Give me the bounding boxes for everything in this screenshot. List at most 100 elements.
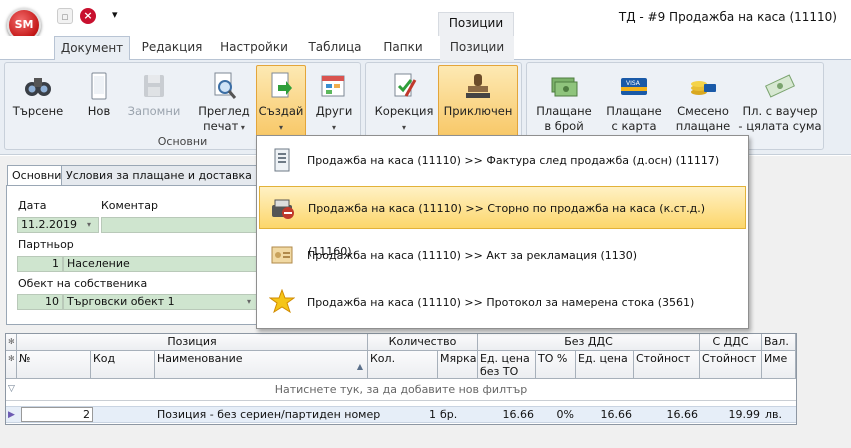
cash-icon	[551, 77, 578, 97]
create-button[interactable]: Създай ▾	[256, 65, 306, 137]
pay-voucher-button[interactable]: Пл. с ваучер - цялата сума	[737, 65, 823, 137]
cell-unit[interactable]: бр.	[440, 407, 457, 423]
title-bar: SM ▫ × ▾ Позиции ТД - #9 Продажба на кас…	[0, 0, 851, 42]
context-tab-header: Позиции	[438, 12, 514, 36]
menu-item-found-goods[interactable]: Продажба на каса (11110) >> Протокол за …	[259, 281, 746, 324]
close-qat-icon[interactable]: ×	[80, 8, 96, 24]
tab-edit[interactable]: Редакция	[140, 36, 204, 60]
cell-currency[interactable]: лв.	[765, 407, 782, 423]
close-document-label: Приключен	[443, 104, 513, 118]
col-header-price[interactable]: Ед. цена	[576, 351, 634, 379]
tab-form-main[interactable]: Основни	[7, 165, 67, 186]
tab-form-payment-terms[interactable]: Условия за плащане и доставка	[61, 165, 257, 186]
complaint-icon	[271, 246, 293, 264]
band-quantity: Количество	[368, 334, 478, 351]
object-name-value: Търговски обект 1	[67, 295, 175, 308]
col-header-code[interactable]: Код	[91, 351, 155, 379]
new-button[interactable]: Нов	[77, 65, 121, 137]
object-code-field[interactable]: 10	[17, 294, 63, 310]
chevron-down-icon: ▾	[278, 123, 283, 132]
print-preview-icon	[214, 72, 237, 99]
col-header-name-label: Наименование	[157, 352, 243, 365]
cell-value-vat[interactable]: 19.99	[700, 407, 761, 423]
cell-to[interactable]: 0%	[536, 407, 574, 423]
print-preview-button[interactable]: Преглед печат ▾	[195, 65, 253, 137]
menu-item-complaint[interactable]: Продажба на каса (11110) >> Акт за рекла…	[259, 234, 746, 277]
window-title: ТД - #9 Продажба на каса (11110)	[618, 10, 837, 24]
date-value: 11.2.2019	[21, 218, 77, 231]
search-button[interactable]: Търсене	[11, 65, 65, 137]
chevron-down-icon: ▾	[238, 123, 245, 132]
search-label: Търсене	[12, 104, 64, 118]
filter-hint: Натиснете тук, за да добавите нов филтър	[274, 383, 528, 396]
floppy-icon	[144, 75, 164, 97]
col-header-name[interactable]: Наименование ▲	[155, 351, 368, 379]
svg-text:VISA: VISA	[626, 80, 641, 87]
qat-menu-arrow[interactable]: ▾	[112, 8, 118, 21]
band-position: Позиция	[17, 334, 368, 351]
correction-button[interactable]: Корекция ▾	[372, 65, 436, 137]
pay-mixed-button[interactable]: Смесено плащане	[671, 65, 735, 137]
menu-item-found-goods-label: Продажба на каса (11110) >> Протокол за …	[307, 296, 695, 309]
comment-label: Коментар	[101, 199, 158, 212]
chevron-down-icon: ▾	[401, 123, 406, 132]
menu-item-storno[interactable]: Продажба на каса (11110) >> Сторно по пр…	[259, 186, 746, 258]
chevron-down-icon[interactable]: ▾	[242, 295, 256, 309]
date-field[interactable]: 11.2.2019 ▾	[17, 217, 99, 233]
positions-grid: ✻ Позиция Количество Без ДДС С ДДС Вал. …	[5, 333, 797, 425]
col-header-to[interactable]: ТО %	[536, 351, 576, 379]
col-header-unit[interactable]: Мярка	[438, 351, 478, 379]
form-panel: Дата 11.2.2019 ▾ Коментар Партньор 1 Насе…	[6, 185, 260, 325]
band-with-vat: С ДДС	[700, 334, 762, 351]
chevron-down-icon: ▾	[331, 123, 336, 132]
tab-table[interactable]: Таблица	[304, 36, 366, 60]
comment-field[interactable]	[101, 217, 259, 233]
stamp-icon	[466, 74, 490, 98]
table-row[interactable]: ▶ 2 Позиция - без сериен/партиден номер …	[6, 406, 796, 423]
tab-folders[interactable]: Папки	[378, 36, 428, 60]
cell-qty[interactable]: 1	[368, 407, 436, 423]
col-header-value[interactable]: Стойност	[634, 351, 700, 379]
close-document-button[interactable]: Приключен	[438, 65, 518, 137]
tab-document[interactable]: Документ	[54, 36, 130, 61]
object-label: Обект на собственика	[18, 277, 148, 290]
filter-row[interactable]: ▽ Натиснете тук, за да добавите нов филт…	[6, 379, 796, 401]
pay-mixed-label: Смесено плащане	[675, 104, 731, 133]
cell-no[interactable]: 2	[21, 407, 93, 422]
invoice-icon	[274, 148, 290, 172]
col-header-no[interactable]: №	[17, 351, 91, 379]
pay-cash-button[interactable]: Плащане в брой	[531, 65, 597, 137]
cell-price-no-to[interactable]: 16.66	[478, 407, 535, 423]
cell-value[interactable]: 16.66	[634, 407, 699, 423]
create-label: Създай	[258, 104, 304, 118]
correction-icon	[394, 73, 417, 97]
col-header-value-vat[interactable]: Стойност	[700, 351, 762, 379]
menu-item-invoice[interactable]: Продажба на каса (11110) >> Фактура след…	[259, 139, 746, 182]
save-label: Запомни	[127, 104, 181, 118]
cell-name[interactable]: Позиция - без сериен/партиден номер	[157, 407, 380, 423]
pay-voucher-label: Пл. с ваучер - цялата сума	[738, 104, 822, 133]
tab-settings[interactable]: Настройки	[216, 36, 292, 60]
partner-name-field[interactable]: Население	[63, 256, 259, 272]
col-header-qty[interactable]: Кол.	[368, 351, 438, 379]
col-header-price-no-to[interactable]: Ед. цена без ТО	[478, 351, 536, 379]
ribbon-tabs: Документ Редакция Настройки Таблица Папк…	[0, 36, 851, 61]
binoculars-icon	[25, 78, 51, 96]
chevron-down-icon[interactable]: ▾	[82, 218, 96, 232]
grid-options-icon[interactable]: ✻	[6, 334, 17, 351]
save-button[interactable]: Запомни	[125, 65, 183, 137]
pay-card-button[interactable]: VISA Плащане с карта	[601, 65, 667, 137]
tab-positions[interactable]: Позиции	[440, 36, 514, 60]
partner-code-field[interactable]: 1	[17, 256, 63, 272]
object-name-field[interactable]: Търговски обект 1 ▾	[63, 294, 259, 310]
sort-ascending-icon: ▲	[356, 362, 363, 371]
other-label: Други	[315, 104, 353, 118]
pay-card-label: Плащане с карта	[606, 104, 662, 133]
storno-icon	[272, 199, 294, 219]
partner-label: Партньор	[18, 238, 74, 251]
other-button[interactable]: Други ▾	[312, 65, 356, 137]
col-header-currency-name[interactable]: Име	[762, 351, 796, 379]
cell-price[interactable]: 16.66	[576, 407, 633, 423]
save-qat-icon[interactable]: ▫	[57, 8, 73, 24]
other-docs-icon	[321, 75, 345, 97]
